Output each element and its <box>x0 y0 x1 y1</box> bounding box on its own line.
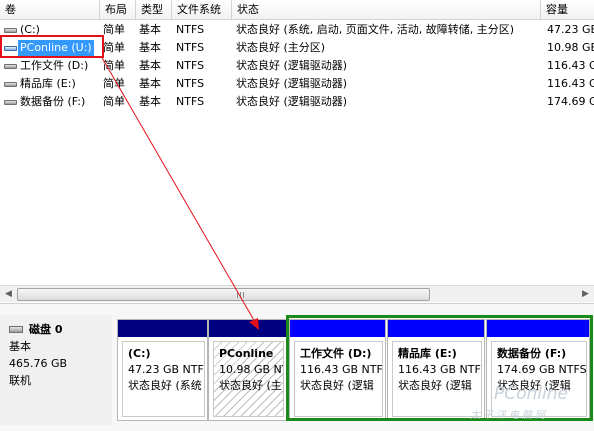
partition-bar <box>118 320 207 337</box>
volume-filesystem: NTFS <box>176 41 205 54</box>
list-header: 卷 布局 类型 文件系统 状态 容量 <box>0 0 594 20</box>
partition-status: 状态良好 (主 <box>219 379 282 392</box>
volume-capacity: 116.43 GB <box>547 77 594 90</box>
partition-size: 47.23 GB NTFS <box>128 363 205 376</box>
column-header-status[interactable]: 状态 <box>232 0 541 20</box>
volume-capacity: 47.23 GB <box>547 23 594 36</box>
volume-status: 状态良好 (系统, 启动, 页面文件, 活动, 故障转储, 主分区) <box>236 23 515 36</box>
watermark: PConline 太平洋电脑网 <box>470 384 594 424</box>
disk-icon <box>9 325 23 333</box>
column-header-filesystem[interactable]: 文件系统 <box>172 0 232 20</box>
volume-layout: 简单 <box>103 23 125 36</box>
volume-row[interactable]: 数据备份 (F:) 简单 基本 NTFS 状态良好 (逻辑驱动器) 174.69… <box>0 93 594 111</box>
watermark-tagline: 太平洋电脑网 <box>470 410 548 421</box>
volume-list: 卷 布局 类型 文件系统 状态 容量 (C:) 简单 基本 NTFS 状态良好 … <box>0 0 594 285</box>
volume-type: 基本 <box>139 41 161 54</box>
disk-state: 联机 <box>9 373 31 387</box>
volume-filesystem: NTFS <box>176 59 205 72</box>
column-header-layout[interactable]: 布局 <box>100 0 136 20</box>
disk-title: 磁盘 0 <box>29 322 63 336</box>
volume-status: 状态良好 (逻辑驱动器) <box>236 95 348 108</box>
column-header-type[interactable]: 类型 <box>136 0 172 20</box>
volume-name: 精品库 (E:) <box>20 77 76 90</box>
volume-layout: 简单 <box>103 95 125 108</box>
volume-status: 状态良好 (逻辑驱动器) <box>236 77 348 90</box>
volume-status: 状态良好 (主分区) <box>236 41 326 54</box>
volume-capacity: 174.69 GB <box>547 95 594 108</box>
column-header-capacity[interactable]: 容量 <box>541 0 594 20</box>
volume-capacity: 116.43 GB <box>547 59 594 72</box>
partition-c[interactable]: (C:) 47.23 GB NTFS 状态良好 (系统 <box>117 319 208 421</box>
horizontal-scrollbar[interactable]: ◀ ▶ <box>0 285 594 302</box>
partition-status: 状态良好 (系统 <box>128 379 202 392</box>
scrollbar-thumb[interactable] <box>17 288 430 301</box>
selection-highlight-box <box>0 35 104 58</box>
volume-name: 数据备份 (F:) <box>20 95 86 108</box>
volume-filesystem: NTFS <box>176 77 205 90</box>
disk-type: 基本 <box>9 339 31 353</box>
watermark-brand: PConline <box>494 384 568 404</box>
column-header-volume[interactable]: 卷 <box>0 0 100 20</box>
grip-icon <box>237 292 246 298</box>
disk-info-panel[interactable]: 磁盘 0 基本 465.76 GB 联机 <box>0 315 112 425</box>
partition-pconline[interactable]: PConline 10.98 GB NTFS 状态良好 (主 <box>208 319 287 421</box>
volume-status: 状态良好 (逻辑驱动器) <box>236 59 348 72</box>
partition-name: PConline <box>219 347 274 360</box>
scroll-left-icon[interactable]: ◀ <box>2 289 15 300</box>
volume-type: 基本 <box>139 59 161 72</box>
scroll-right-icon[interactable]: ▶ <box>579 289 592 300</box>
disk-size: 465.76 GB <box>9 356 68 370</box>
volume-capacity: 10.98 GB <box>547 41 594 54</box>
volume-type: 基本 <box>139 23 161 36</box>
volume-filesystem: NTFS <box>176 95 205 108</box>
volume-row[interactable]: 工作文件 (D:) 简单 基本 NTFS 状态良好 (逻辑驱动器) 116.43… <box>0 57 594 75</box>
volume-row[interactable]: 精品库 (E:) 简单 基本 NTFS 状态良好 (逻辑驱动器) 116.43 … <box>0 75 594 93</box>
partition-name: (C:) <box>128 347 151 360</box>
partition-size: 10.98 GB NTFS <box>219 363 283 376</box>
volume-filesystem: NTFS <box>176 23 205 36</box>
volume-layout: 简单 <box>103 77 125 90</box>
partition-bar <box>209 320 286 337</box>
volume-type: 基本 <box>139 77 161 90</box>
volume-name: 工作文件 (D:) <box>20 59 89 72</box>
volume-layout: 简单 <box>103 59 125 72</box>
volume-type: 基本 <box>139 95 161 108</box>
volume-layout: 简单 <box>103 41 125 54</box>
